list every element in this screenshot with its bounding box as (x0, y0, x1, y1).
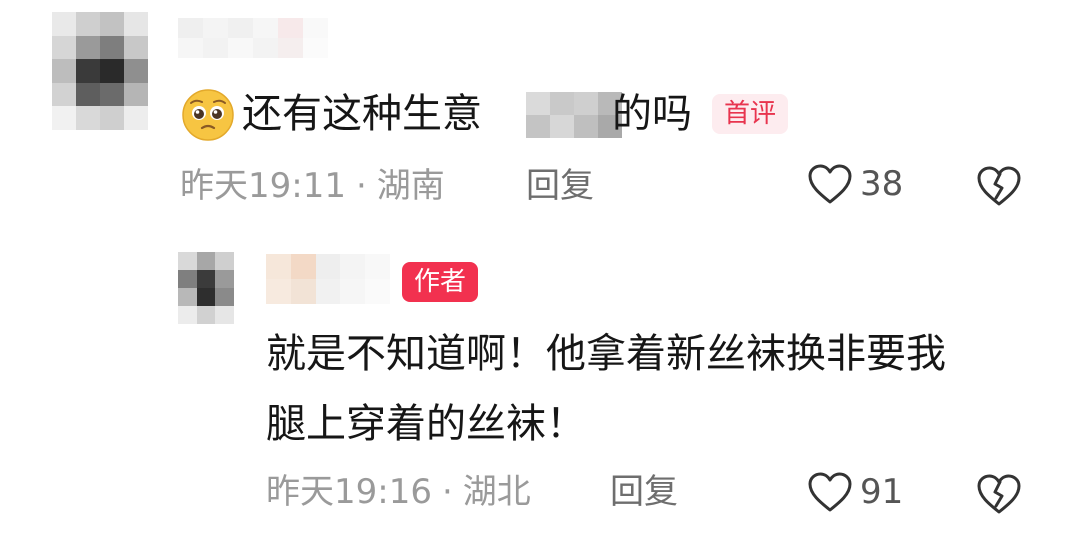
reply-like-button[interactable]: 91 (806, 470, 903, 514)
first-comment-badge: 首评 (712, 94, 789, 134)
comment-location: 湖南 (376, 166, 445, 206)
heart-outline-icon (808, 472, 852, 512)
meta-separator: · (355, 166, 367, 206)
heart-outline-icon (808, 164, 852, 204)
reply-text-line2: 腿上穿着的丝袜！ (266, 401, 586, 447)
comment-meta: 昨天19:11 · 湖南 (180, 166, 445, 206)
author-badge: 作者 (402, 262, 479, 302)
comment-text-part2: 的吗 (612, 91, 692, 137)
reply-text-line1: 就是不知道啊！他拿着新丝袜换非要我 (266, 331, 946, 377)
broken-heart-outline-icon[interactable] (974, 472, 1024, 516)
author-name-blurred[interactable] (266, 254, 390, 304)
like-count: 38 (860, 164, 904, 204)
comment-thread: 还有这种生意 的吗 首评 昨天19:11 · 湖南 回复 38 作者 就是不知道啊！… (0, 0, 1080, 538)
comment-text-part1: 还有这种生意 (242, 91, 482, 137)
reply-button[interactable]: 回复 (526, 166, 594, 206)
pleading-face-emoji (182, 89, 234, 141)
author-avatar[interactable] (178, 252, 234, 324)
blurred-word (526, 92, 622, 138)
reply-like-count: 91 (860, 472, 904, 512)
reply-meta: 昨天19:16 · 湖北 (266, 472, 531, 512)
commenter-name-blurred[interactable] (178, 18, 328, 58)
broken-heart-outline-icon[interactable] (974, 164, 1024, 208)
comment-time: 昨天19:11 (180, 166, 346, 206)
reply-time: 昨天19:16 (266, 472, 432, 512)
like-button[interactable]: 38 (806, 162, 903, 206)
commenter-avatar[interactable] (52, 12, 148, 130)
meta-separator: · (441, 472, 453, 512)
reply-reply-button[interactable]: 回复 (610, 472, 678, 512)
reply-location: 湖北 (462, 472, 531, 512)
